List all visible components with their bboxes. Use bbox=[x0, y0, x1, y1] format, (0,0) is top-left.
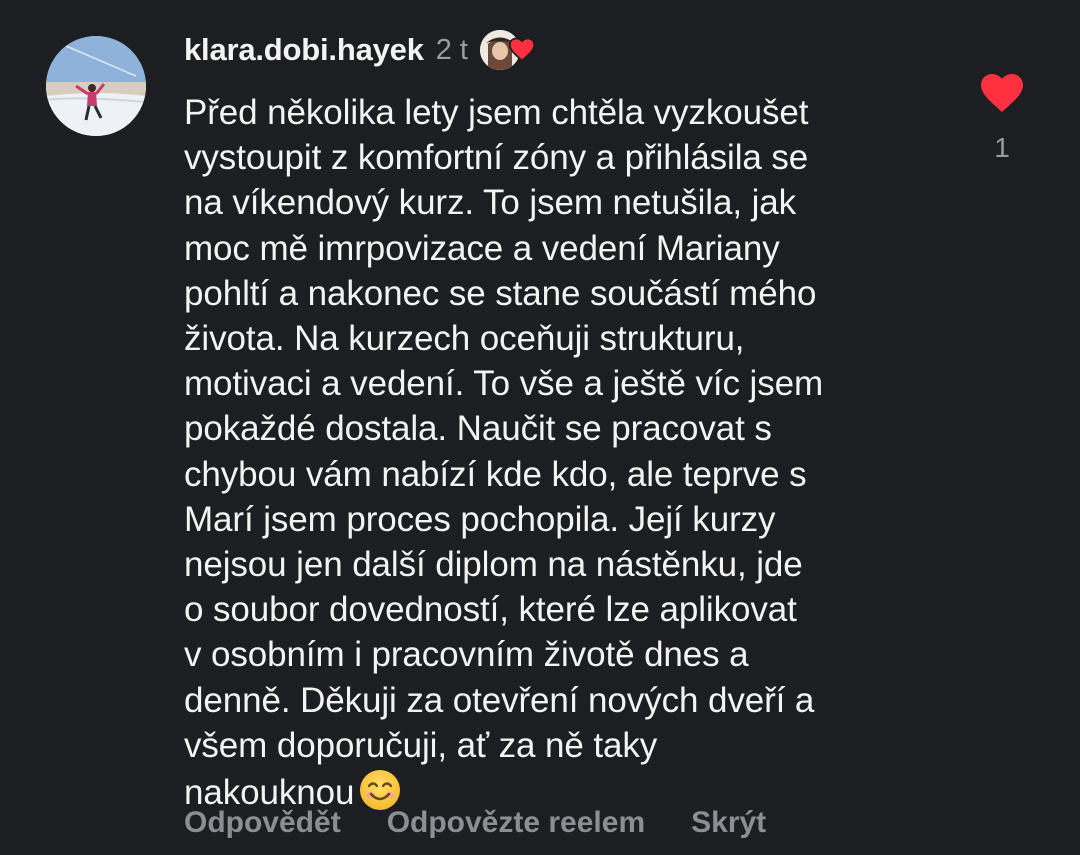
heart-icon bbox=[508, 37, 536, 62]
like-count: 1 bbox=[994, 132, 1010, 163]
comment-header: klara.dobi.hayek 2 t bbox=[184, 26, 944, 74]
username[interactable]: klara.dobi.hayek bbox=[184, 32, 424, 68]
like-area: 1 bbox=[974, 70, 1030, 164]
reply-button[interactable]: Odpovědět bbox=[184, 806, 341, 840]
avatar-photo bbox=[46, 36, 146, 136]
reply-with-reel-button[interactable]: Odpovězte reelem bbox=[387, 806, 645, 840]
creator-liked-badge bbox=[480, 28, 540, 72]
comment-timestamp: 2 t bbox=[435, 33, 468, 66]
comment-text-content: Před několika lety jsem chtěla vyzkoušet… bbox=[184, 93, 824, 813]
comment-text: Před několika lety jsem chtěla vyzkoušet… bbox=[184, 90, 944, 815]
like-heart-icon[interactable] bbox=[978, 70, 1026, 114]
comment-content: klara.dobi.hayek 2 t Před několika lety … bbox=[184, 26, 944, 815]
comment-item: klara.dobi.hayek 2 t Před několika lety … bbox=[0, 0, 1080, 855]
hide-button[interactable]: Skrýt bbox=[691, 806, 766, 840]
comment-actions: Odpovědět Odpovězte reelem Skrýt bbox=[184, 806, 766, 840]
user-avatar[interactable] bbox=[46, 36, 146, 136]
